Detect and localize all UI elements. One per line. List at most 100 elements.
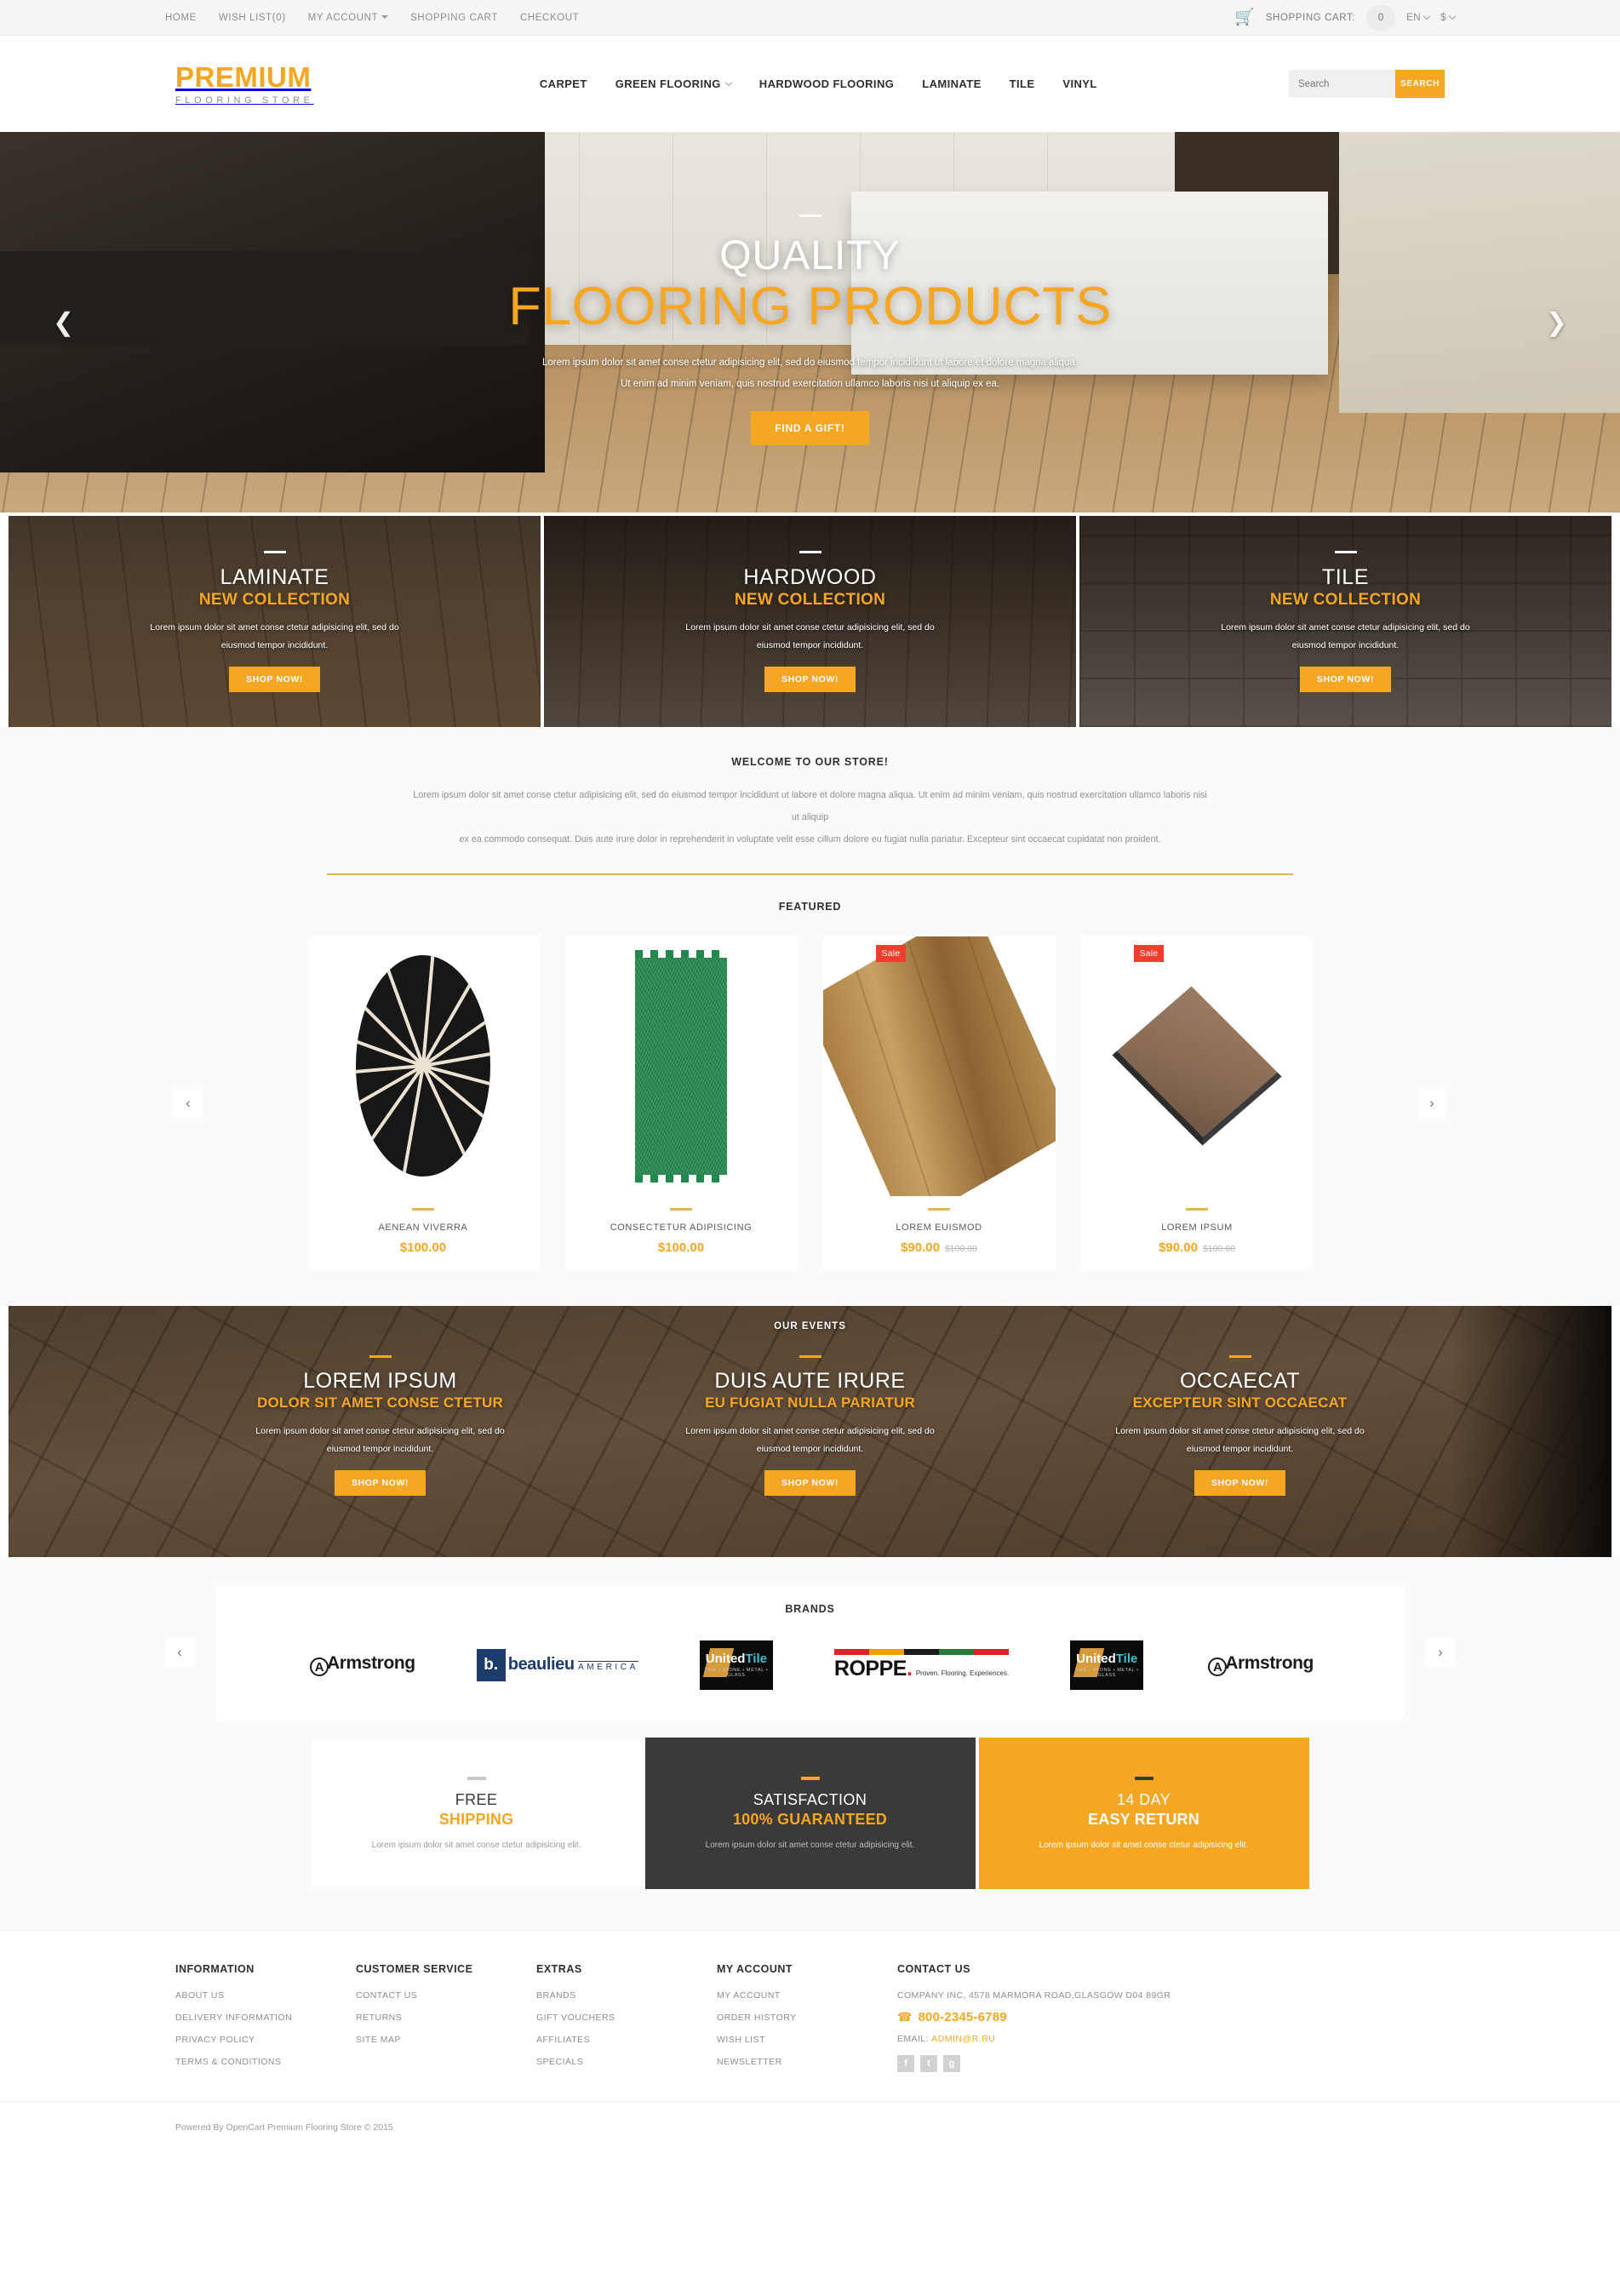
product-card[interactable]: CONSECTETUR ADIPISICING $100.00 — [564, 936, 798, 1270]
footer-column-information: INFORMATION ABOUT US DELIVERY INFORMATIO… — [175, 1963, 356, 2079]
product-card[interactable]: Sale LOREM EUISMOD $90.00 $100.00 — [822, 936, 1056, 1270]
footer-phone-number: 800-2345-6789 — [918, 2009, 1007, 2024]
hero-cta-button[interactable]: FIND A GIFT! — [751, 411, 869, 446]
product-name[interactable]: CONSECTETUR ADIPISICING — [610, 1222, 753, 1233]
promo-line2: SHIPPING — [438, 1810, 514, 1828]
brand-logo-beaulieu[interactable]: b. beaulieu AMERICA — [476, 1640, 638, 1690]
footer-heading: CONTACT US — [897, 1962, 971, 1975]
topnav-my-account-label: MY ACCOUNT — [307, 12, 379, 23]
footer-copyright: Powered By OpenCart Premium Flooring Sto… — [175, 2121, 393, 2133]
hero-paragraph-line1: Lorem ipsum dolor sit amet conse ctetur … — [541, 358, 1078, 369]
topnav-link-wishlist[interactable]: WISH LIST(0) — [219, 13, 286, 23]
nav-label: CARPET — [539, 77, 587, 90]
promo-divider — [467, 1776, 486, 1780]
brand-logo-unitedtile[interactable]: UnitedTile TILE • STONE • METAL • GLASS — [699, 1640, 773, 1690]
footer-link-privacy-policy[interactable]: PRIVACY POLICY — [175, 2035, 356, 2045]
event-divider — [369, 1354, 392, 1358]
footer-link-affiliates[interactable]: AFFILIATES — [536, 2035, 717, 2045]
brand-logo-armstrong[interactable]: A Armstrong — [306, 1640, 415, 1690]
footer-phone[interactable]: ☎ 800-2345-6789 — [897, 2010, 1340, 2024]
event-text: Lorem ipsum dolor sit amet conse ctetur … — [1115, 1425, 1365, 1454]
footer-column-my-account: MY ACCOUNT MY ACCOUNT ORDER HISTORY WISH… — [717, 1963, 897, 2079]
topnav-link-shopping-cart[interactable]: SHOPPING CART — [410, 13, 498, 23]
nav-item-laminate[interactable]: LAMINATE — [922, 77, 981, 90]
topnav-link-my-account[interactable]: MY ACCOUNT — [307, 12, 389, 23]
google-plus-icon[interactable]: g — [943, 2054, 960, 2072]
product-card[interactable]: AENEAN VIVERRA $100.00 — [306, 936, 540, 1270]
category-title: TILE — [1321, 565, 1370, 589]
event-shop-now-button[interactable]: SHOP NOW! — [764, 1469, 856, 1496]
event-shop-now-button[interactable]: SHOP NOW! — [1194, 1469, 1286, 1496]
footer-link-contact-us[interactable]: CONTACT US — [356, 1990, 536, 2001]
footer-email-address[interactable]: ADMIN@R.RU — [931, 2034, 995, 2044]
category-shop-now-button[interactable]: SHOP NOW! — [764, 667, 856, 692]
promo-divider — [1134, 1776, 1153, 1780]
featured-next-arrow-icon[interactable]: › — [1417, 1088, 1446, 1118]
logo-secondary-text: FLOORING STORE — [175, 94, 314, 106]
brands-prev-arrow-icon[interactable]: ‹ — [165, 1637, 194, 1667]
category-subtitle: NEW COLLECTION — [198, 591, 351, 609]
site-logo[interactable]: PREMIUM FLOORING STORE — [165, 63, 314, 106]
product-name[interactable]: AENEAN VIVERRA — [379, 1222, 468, 1233]
footer-link-brands[interactable]: BRANDS — [536, 1990, 717, 2001]
footer-link-order-history[interactable]: ORDER HISTORY — [717, 2013, 897, 2023]
nav-label: GREEN FLOORING — [615, 77, 721, 90]
nav-item-carpet[interactable]: CARPET — [540, 77, 587, 90]
footer-link-returns[interactable]: RETURNS — [356, 2013, 536, 2023]
footer-link-site-map[interactable]: SITE MAP — [356, 2035, 536, 2045]
topnav-link-home[interactable]: HOME — [165, 13, 197, 23]
shopping-cart-icon[interactable]: 🛒 — [1234, 9, 1255, 26]
footer-email-label: EMAIL: — [897, 2033, 929, 2044]
footer-link-about-us[interactable]: ABOUT US — [175, 1990, 356, 2001]
facebook-icon[interactable]: f — [897, 2054, 914, 2072]
category-shop-now-button[interactable]: SHOP NOW! — [228, 667, 321, 692]
category-text: Lorem ipsum dolor sit amet conse ctetur … — [685, 622, 935, 650]
footer-link-newsletter[interactable]: NEWSLETTER — [717, 2057, 897, 2067]
nav-item-vinyl[interactable]: VINYL — [1062, 77, 1096, 90]
chevron-down-icon — [381, 14, 389, 19]
category-banner-tile[interactable]: TILE NEW COLLECTION Lorem ipsum dolor si… — [1079, 516, 1611, 727]
brand-subtitle: AMERICA — [578, 1661, 638, 1673]
site-footer: INFORMATION ABOUT US DELIVERY INFORMATIO… — [0, 1929, 1620, 2158]
main-navigation: CARPET GREEN FLOORING HARDWOOD FLOORING … — [540, 77, 1097, 90]
brands-next-arrow-icon[interactable]: › — [1426, 1637, 1455, 1667]
language-selector[interactable]: EN — [1406, 13, 1431, 23]
featured-prev-arrow-icon[interactable]: ‹ — [174, 1088, 203, 1118]
currency-selector[interactable]: $ — [1440, 13, 1457, 23]
nav-item-tile[interactable]: TILE — [1010, 77, 1035, 90]
featured-title: FEATURED — [778, 900, 842, 913]
topnav-link-checkout[interactable]: CHECKOUT — [520, 13, 579, 23]
footer-link-gift-vouchers[interactable]: GIFT VOUCHERS — [536, 2013, 717, 2023]
product-price-current: $100.00 — [657, 1240, 705, 1255]
footer-column-contact-us: CONTACT US COMPANY INC, 4578 MARMORA ROA… — [897, 1963, 1340, 2079]
product-image: Sale — [1081, 936, 1314, 1196]
promo-line2: EASY RETURN — [1088, 1810, 1199, 1828]
brand-logo-roppe[interactable]: ROPPE. Proven. Flooring. Experiences. — [833, 1640, 1009, 1690]
hero-prev-arrow-icon[interactable]: ❮ — [53, 307, 74, 337]
brand-name-alt: Tile — [745, 1652, 768, 1667]
category-banner-laminate[interactable]: LAMINATE NEW COLLECTION Lorem ipsum dolo… — [9, 516, 541, 727]
brand-logo-unitedtile[interactable]: UnitedTile TILE • STONE • METAL • GLASS — [1070, 1640, 1144, 1690]
search-box: SEARCH — [1288, 70, 1445, 98]
twitter-icon[interactable]: t — [920, 2054, 937, 2072]
category-shop-now-button[interactable]: SHOP NOW! — [1299, 667, 1392, 692]
footer-link-delivery-information[interactable]: DELIVERY INFORMATION — [175, 2013, 356, 2023]
product-image — [565, 936, 798, 1196]
footer-link-my-account[interactable]: MY ACCOUNT — [717, 1990, 897, 2001]
footer-link-wish-list[interactable]: WISH LIST — [717, 2035, 897, 2045]
search-button[interactable]: SEARCH — [1394, 70, 1445, 98]
product-card[interactable]: Sale LOREM IPSUM $90.00 $100.00 — [1080, 936, 1314, 1270]
product-name[interactable]: LOREM EUISMOD — [896, 1222, 982, 1233]
brand-logo-armstrong[interactable]: A Armstrong — [1205, 1640, 1314, 1690]
nav-item-hardwood-flooring[interactable]: HARDWOOD FLOORING — [759, 77, 894, 90]
nav-item-green-flooring[interactable]: GREEN FLOORING — [615, 77, 733, 90]
footer-link-terms-conditions[interactable]: TERMS & CONDITIONS — [175, 2057, 356, 2067]
product-artwork-round-rug — [356, 955, 490, 1177]
category-banner-hardwood[interactable]: HARDWOOD NEW COLLECTION Lorem ipsum dolo… — [544, 516, 1076, 727]
cart-count-badge[interactable]: 0 — [1366, 4, 1396, 31]
footer-link-specials[interactable]: SPECIALS — [536, 2057, 717, 2067]
search-input[interactable] — [1288, 70, 1395, 98]
event-shop-now-button[interactable]: SHOP NOW! — [334, 1469, 426, 1496]
product-name[interactable]: LOREM IPSUM — [1161, 1222, 1233, 1233]
hero-next-arrow-icon[interactable]: ❯ — [1546, 307, 1567, 337]
